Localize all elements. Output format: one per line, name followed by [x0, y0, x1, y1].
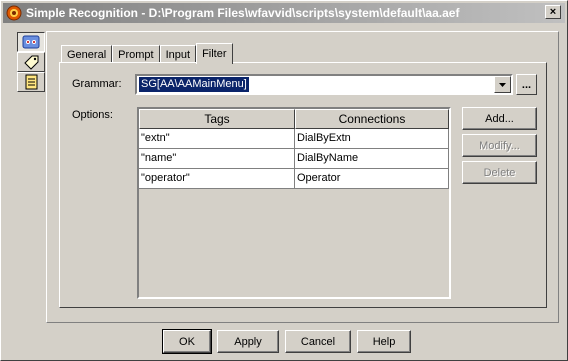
side-tab-notes[interactable]	[17, 72, 45, 92]
grammar-value: SG[AA\AAMainMenu]	[139, 77, 249, 92]
cancel-button[interactable]: Cancel	[285, 330, 351, 353]
connection-cell[interactable]: DialByName	[295, 149, 449, 169]
notes-icon	[25, 74, 38, 90]
table-row[interactable]: "operator" Operator	[139, 169, 449, 189]
recognition-icon	[22, 35, 40, 49]
tab-filter[interactable]: Filter	[196, 43, 233, 64]
tag-icon	[24, 55, 39, 70]
app-icon	[6, 5, 22, 21]
title-bar[interactable]: Simple Recognition - D:\Program Files\wf…	[3, 3, 565, 23]
delete-button[interactable]: Delete	[462, 161, 537, 184]
tag-cell[interactable]: "operator"	[139, 169, 295, 189]
column-header-connections[interactable]: Connections	[295, 109, 449, 129]
tab-general[interactable]: General	[61, 45, 113, 63]
dialog-window: Simple Recognition - D:\Program Files\wf…	[0, 0, 568, 361]
side-tab-recognition[interactable]	[17, 32, 45, 52]
apply-button[interactable]: Apply	[217, 330, 279, 353]
close-button[interactable]: ×	[545, 5, 561, 19]
grammar-combobox[interactable]: SG[AA\AAMainMenu]	[135, 74, 513, 95]
tab-prompt[interactable]: Prompt	[112, 45, 160, 63]
tab-strip: General Prompt Input Filter	[61, 43, 233, 64]
table-row[interactable]: "extn" DialByExtn	[139, 129, 449, 149]
grammar-dropdown-button[interactable]	[494, 76, 511, 93]
grammar-label: Grammar:	[72, 78, 122, 90]
modify-button[interactable]: Modify...	[462, 134, 537, 157]
tag-cell[interactable]: "name"	[139, 149, 295, 169]
help-button[interactable]: Help	[357, 330, 411, 353]
chevron-down-icon	[499, 82, 506, 87]
add-button[interactable]: Add...	[462, 107, 537, 130]
table-row[interactable]: "name" DialByName	[139, 149, 449, 169]
connection-cell[interactable]: DialByExtn	[295, 129, 449, 149]
tab-input[interactable]: Input	[159, 45, 197, 63]
close-icon: ×	[549, 5, 557, 18]
grammar-browse-button[interactable]: ...	[516, 74, 537, 95]
column-header-tags[interactable]: Tags	[139, 109, 295, 129]
window-title: Simple Recognition - D:\Program Files\wf…	[26, 6, 460, 20]
side-tab-tag[interactable]	[17, 52, 45, 72]
connection-cell[interactable]: Operator	[295, 169, 449, 189]
options-label: Options:	[72, 109, 113, 121]
tag-cell[interactable]: "extn"	[139, 129, 295, 149]
options-table[interactable]: Tags Connections "extn" DialByExtn "name…	[137, 107, 451, 299]
ok-button[interactable]: OK	[162, 329, 212, 354]
table-header: Tags Connections	[139, 109, 449, 129]
